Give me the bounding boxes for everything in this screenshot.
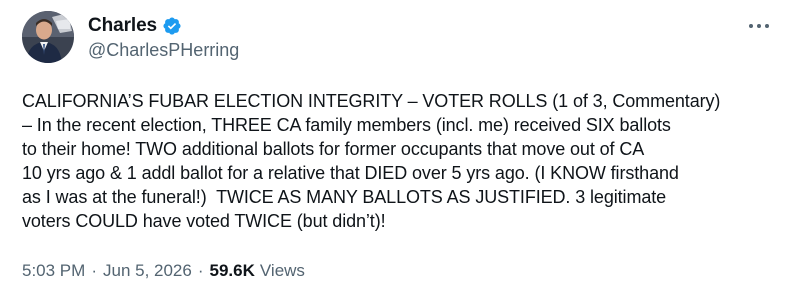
tweet-text: CALIFORNIA’S FUBAR ELECTION INTEGRITY – … <box>22 89 787 234</box>
avatar-image <box>22 11 74 63</box>
tweet-meta: 5:03 PM · Jun 5, 2026 · 59.6K Views <box>22 261 305 281</box>
avatar[interactable] <box>22 11 74 63</box>
tweet-text-line: 10 yrs ago & 1 addl ballot for a relativ… <box>22 163 679 184</box>
author-handle[interactable]: @CharlesPHerring <box>88 40 239 61</box>
meta-separator: · <box>197 261 204 280</box>
display-name[interactable]: Charles <box>88 15 157 37</box>
verified-badge-icon[interactable] <box>162 16 182 36</box>
more-horizontal-icon <box>749 24 753 28</box>
tweet-text-line: to their home! TWO additional ballots fo… <box>22 139 645 160</box>
tweet-text-line: – In the recent election, THREE CA famil… <box>22 115 671 136</box>
tweet-text-line: voters COULD have voted TWICE (but didn’… <box>22 211 386 232</box>
tweet-card: Charles @CharlesPHerring CALIFORNIA’S FU… <box>0 0 800 297</box>
more-dot <box>765 24 769 28</box>
tweet-date[interactable]: Jun 5, 2026 <box>103 261 192 281</box>
more-options-button[interactable] <box>742 14 776 38</box>
tweet-text-line: as I was at the funeral!) TWICE AS MANY … <box>22 187 667 208</box>
views-count[interactable]: 59.6K <box>210 261 255 281</box>
tweet-time[interactable]: 5:03 PM <box>22 261 85 281</box>
tweet-text-line: CALIFORNIA’S FUBAR ELECTION INTEGRITY – … <box>22 91 721 111</box>
more-dot <box>757 24 761 28</box>
meta-separator: · <box>91 261 97 280</box>
author-name-row: Charles <box>88 14 182 38</box>
views-label: Views <box>259 261 305 280</box>
